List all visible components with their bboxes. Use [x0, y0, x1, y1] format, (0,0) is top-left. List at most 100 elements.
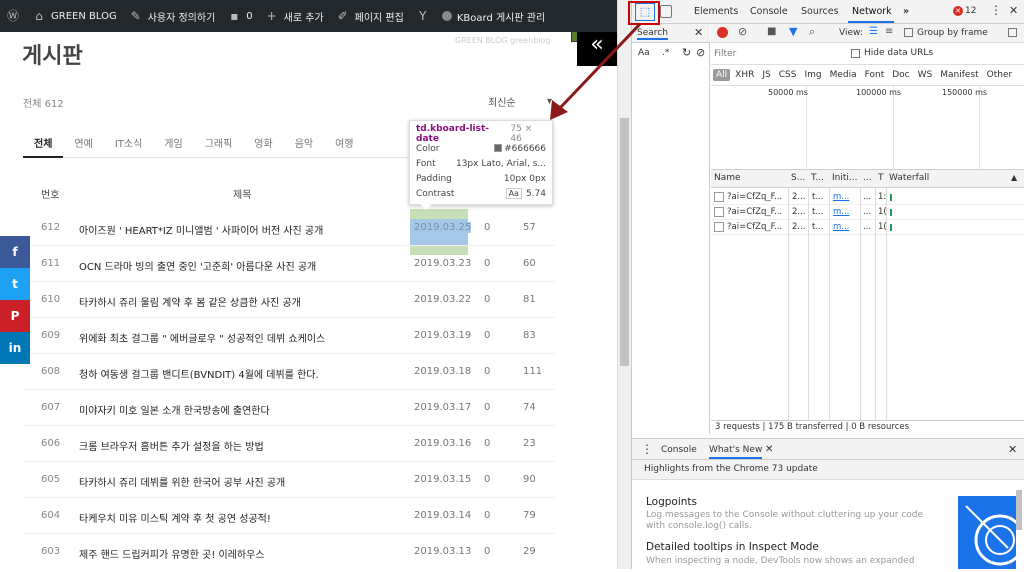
drawer-tab-whats-new[interactable]: What's New	[709, 445, 763, 459]
col-name[interactable]: Name	[714, 173, 741, 183]
request-row[interactable]: ?ai=CfZq_F... 2... t... m...... 1(	[711, 220, 1024, 235]
filter-chip-css[interactable]: CSS	[776, 69, 800, 81]
tab-network[interactable]: Network	[852, 6, 892, 17]
camera-icon[interactable]: ■	[767, 26, 776, 37]
tab-elements[interactable]: Elements	[694, 6, 738, 17]
tab-music[interactable]: 음악	[284, 125, 324, 158]
post-title-link[interactable]: 타카하시 쥬리 울림 계약 후 봄 같은 상큼한 사진 공개	[79, 294, 301, 309]
post-title-link[interactable]: 아이즈원 ' HEART*IZ 미니앨범 ' 사파이어 버전 사진 공개	[79, 222, 323, 237]
post-title-link[interactable]: 제주 핸드 드립커피가 유명한 곳! 이레하우스	[79, 546, 265, 561]
hide-data-urls-checkbox[interactable]	[851, 49, 860, 58]
request-row[interactable]: ?ai=CfZq_F... 2... t... m...... 1(	[711, 205, 1024, 220]
table-row[interactable]: 611 OCN 드라마 빙의 출연 중인 '고준희' 아름다운 사진 공개 2019…	[23, 246, 555, 282]
request-initiator[interactable]: m...	[833, 207, 857, 217]
tab-game[interactable]: 게임	[153, 125, 193, 158]
pinterest-icon[interactable]: P	[0, 300, 30, 332]
sort-select[interactable]: 최신순 ▾	[488, 92, 552, 110]
table-row[interactable]: 603 제주 핸드 드립커피가 유명한 곳! 이레하우스 2019.03.13 0 29	[23, 534, 555, 569]
error-icon[interactable]: ✕	[953, 6, 963, 16]
refresh-icon[interactable]: ↻	[682, 46, 691, 59]
table-row[interactable]: 605 타카하시 쥬리 데뷔를 위한 한국어 공부 사진 공개 2019.03.15…	[23, 462, 555, 498]
kboard-menu[interactable]: KBoard 게시판 관리	[436, 0, 551, 32]
drawer-menu-icon[interactable]: ⋮	[641, 442, 653, 456]
col-initiator[interactable]: Initi...	[832, 173, 857, 183]
post-title-link[interactable]: 타카하시 쥬리 데뷔를 위한 한국어 공부 사진 공개	[79, 474, 285, 489]
col-size[interactable]: ...	[863, 173, 872, 183]
device-toolbar-icon[interactable]	[660, 5, 672, 18]
request-initiator[interactable]: m...	[833, 192, 857, 202]
post-title-link[interactable]: 미야자키 미호 일본 소개 한국방송에 출연한다	[79, 402, 270, 417]
table-row[interactable]: 606 크롬 브라우저 홈버튼 추가 설정을 하는 방법 2019.03.16 0 23	[23, 426, 555, 462]
post-title-link[interactable]: 청하 여동생 걸그룹 밴디트(BVNDIT) 4월에 데뷔를 한다.	[79, 366, 319, 381]
col-type[interactable]: T...	[811, 173, 824, 183]
table-row[interactable]: 604 타케우치 미유 미스틱 계약 후 첫 공연 성공적! 2019.03.14 0…	[23, 498, 555, 534]
col-time[interactable]: T	[878, 173, 884, 183]
table-row[interactable]: 607 미야자키 미호 일본 소개 한국방송에 출연한다 2019.03.17 0 74	[23, 390, 555, 426]
edit-page-menu[interactable]: ✐ 페이지 편집	[330, 0, 410, 32]
filter-chip-all[interactable]: All	[713, 69, 731, 81]
filter-chip-ws[interactable]: WS	[915, 69, 936, 81]
tab-graphic[interactable]: 그래픽	[194, 125, 244, 158]
clear-log-icon[interactable]: ⊘	[738, 25, 747, 38]
regex-icon[interactable]: .*	[662, 48, 669, 58]
group-by-frame-checkbox[interactable]	[904, 28, 913, 37]
linkedin-icon[interactable]: in	[0, 332, 30, 364]
table-row[interactable]: 610 타카하시 쥬리 울림 계약 후 봄 같은 상큼한 사진 공개 2019.03…	[23, 282, 555, 318]
table-row[interactable]: 612 아이즈원 ' HEART*IZ 미니앨범 ' 사파이어 버전 사진 공개 2…	[23, 210, 555, 246]
comments-menu[interactable]: ▪ 0	[221, 0, 258, 32]
table-row[interactable]: 608 청하 여동생 걸그룹 밴디트(BVNDIT) 4월에 데뷔를 한다. 201…	[23, 354, 555, 390]
close-drawer-icon[interactable]: ✕	[1008, 443, 1017, 456]
twitter-icon[interactable]: t	[0, 268, 30, 300]
col-waterfall[interactable]: Waterfall	[889, 173, 929, 183]
yoast-menu[interactable]: Y	[410, 0, 436, 32]
match-case-icon[interactable]: Aa	[638, 48, 650, 58]
collapse-icon[interactable]: «	[577, 32, 617, 66]
more-tabs-icon[interactable]: »	[903, 6, 909, 17]
filter-chip-img[interactable]: Img	[801, 69, 824, 81]
close-tab-icon[interactable]: ✕	[765, 444, 773, 455]
filter-chip-other[interactable]: Other	[984, 69, 1016, 81]
wp-logo-menu[interactable]: Ⓦ	[0, 0, 26, 32]
facebook-icon[interactable]: f	[0, 236, 30, 268]
search-tab[interactable]: Search	[637, 28, 668, 40]
drawer-tab-console[interactable]: Console	[661, 445, 697, 455]
close-devtools-icon[interactable]: ✕	[1009, 4, 1018, 17]
new-content-menu[interactable]: + 새로 추가	[259, 0, 330, 32]
filter-chip-js[interactable]: JS	[759, 69, 773, 81]
filter-chip-font[interactable]: Font	[862, 69, 888, 81]
customize-menu[interactable]: ✎ 사용자 정의하기	[123, 0, 222, 32]
tab-travel[interactable]: 여행	[324, 125, 364, 158]
col-status[interactable]: S...	[791, 173, 805, 183]
search-icon[interactable]: ⌕	[809, 25, 815, 39]
tab-all[interactable]: 전체	[23, 125, 64, 158]
filter-icon[interactable]: ▼	[789, 25, 797, 38]
filter-input[interactable]	[714, 46, 840, 61]
logpoints-title[interactable]: Logpoints	[646, 496, 697, 508]
tab-sources[interactable]: Sources	[801, 6, 839, 17]
post-title-link[interactable]: 크롬 브라우저 홈버튼 추가 설정을 하는 방법	[79, 438, 264, 453]
filter-chip-media[interactable]: Media	[827, 69, 860, 81]
tab-movie[interactable]: 영화	[243, 125, 283, 158]
large-rows-icon[interactable]: ☰	[869, 26, 878, 37]
preserve-log-checkbox[interactable]	[1008, 28, 1017, 37]
tab-entertainment[interactable]: 연예	[63, 125, 103, 158]
tooltips-title[interactable]: Detailed tooltips in Inspect Mode	[646, 541, 819, 553]
post-title-link[interactable]: OCN 드라마 빙의 출연 중인 '고준희' 아름다운 사진 공개	[79, 258, 316, 273]
record-icon[interactable]	[717, 27, 728, 38]
filter-chip-manifest[interactable]: Manifest	[937, 69, 981, 81]
tab-it-news[interactable]: IT소식	[104, 125, 153, 158]
tab-console[interactable]: Console	[750, 6, 788, 17]
request-row[interactable]: ?ai=CfZq_F... 2... t... m...... 1:	[711, 190, 1024, 205]
filter-chip-doc[interactable]: Doc	[889, 69, 912, 81]
post-title-link[interactable]: 위에화 최초 걸그룹 " 에버글로우 " 성공적인 데뷔 쇼케이스	[79, 330, 325, 345]
post-title-link[interactable]: 타케우치 미유 미스틱 계약 후 첫 공연 성공적!	[79, 510, 271, 525]
waterfall-view-icon[interactable]: ≡	[885, 26, 893, 37]
drawer-scrollbar[interactable]	[1016, 490, 1022, 530]
request-initiator[interactable]: m...	[833, 222, 857, 232]
site-name-menu[interactable]: ⌂ GREEN BLOG	[26, 0, 123, 32]
clear-icon[interactable]: ⊘	[696, 46, 705, 59]
scrollbar-thumb[interactable]	[620, 118, 629, 366]
table-row[interactable]: 609 위에화 최초 걸그룹 " 에버글로우 " 성공적인 데뷔 쇼케이스 2019…	[23, 318, 555, 354]
kebab-menu-icon[interactable]: ⋮	[990, 3, 1002, 17]
filter-chip-xhr[interactable]: XHR	[732, 69, 757, 81]
